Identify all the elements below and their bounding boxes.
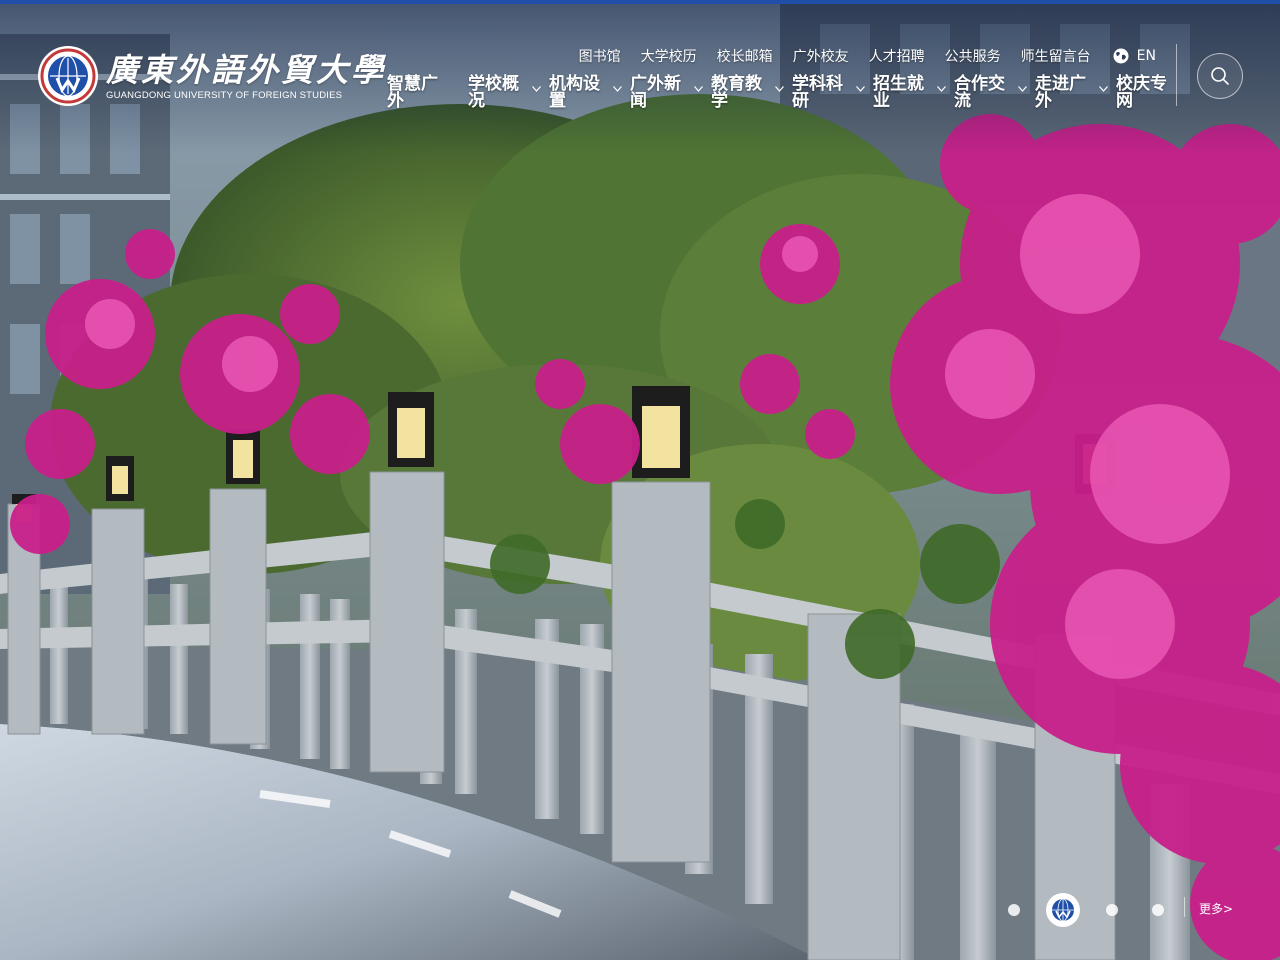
utility-link-calendar[interactable]: 大学校历 bbox=[641, 46, 697, 66]
nav-item-label: 校庆专网 bbox=[1116, 74, 1167, 111]
chevron-down-icon bbox=[775, 86, 784, 92]
utility-nav: 图书馆 大学校历 校长邮箱 广外校友 人才招聘 公共服务 师生留言台 EN bbox=[559, 46, 1156, 66]
header-divider bbox=[1176, 44, 1177, 106]
nav-item-cooperation[interactable]: 合作交流 bbox=[954, 74, 1027, 111]
nav-item-about[interactable]: 学校概况 bbox=[468, 74, 541, 111]
chevron-down-icon bbox=[856, 86, 865, 92]
university-emblem-icon bbox=[1052, 898, 1074, 922]
university-emblem-icon bbox=[38, 46, 98, 106]
slider-dot-1[interactable] bbox=[1008, 904, 1020, 916]
nav-item-label: 学科科研 bbox=[792, 74, 843, 111]
nav-item-smart-gdufs[interactable]: 智慧广外 bbox=[387, 76, 444, 110]
more-link[interactable]: 更多> bbox=[1199, 900, 1233, 917]
nav-item-admissions[interactable]: 招生就业 bbox=[873, 74, 946, 111]
language-switch[interactable]: EN bbox=[1113, 48, 1156, 64]
nav-item-research[interactable]: 学科科研 bbox=[792, 74, 865, 111]
logo-chinese-name: 廣東外語外貿大學 bbox=[106, 50, 387, 89]
search-icon bbox=[1211, 67, 1229, 85]
nav-item-label: 教育教学 bbox=[711, 74, 762, 111]
slider-dot-4[interactable] bbox=[1152, 904, 1164, 916]
nav-item-label: 机构设置 bbox=[549, 74, 600, 111]
search-button[interactable] bbox=[1197, 53, 1243, 99]
utility-link-public-services[interactable]: 公共服务 bbox=[945, 46, 1001, 66]
chevron-down-icon bbox=[532, 86, 541, 92]
top-accent-bar bbox=[0, 0, 1280, 4]
utility-link-recruitment[interactable]: 人才招聘 bbox=[869, 46, 925, 66]
chevron-down-icon bbox=[613, 86, 622, 92]
nav-item-education[interactable]: 教育教学 bbox=[711, 74, 784, 111]
nav-item-news[interactable]: 广外新闻 bbox=[630, 74, 703, 111]
utility-link-alumni[interactable]: 广外校友 bbox=[793, 46, 849, 66]
nav-item-label: 广外新闻 bbox=[630, 74, 681, 111]
nav-item-label: 智慧广外 bbox=[387, 74, 438, 111]
utility-link-president-mailbox[interactable]: 校长邮箱 bbox=[717, 46, 773, 66]
nav-item-label: 招生就业 bbox=[873, 74, 924, 111]
nav-item-label: 学校概况 bbox=[468, 74, 519, 111]
chevron-down-icon bbox=[694, 86, 703, 92]
slider-more-divider bbox=[1184, 897, 1185, 917]
nav-item-label: 走进广外 bbox=[1035, 74, 1086, 111]
nav-item-anniversary[interactable]: 校庆专网 bbox=[1116, 76, 1173, 110]
slider-dot-active[interactable] bbox=[1046, 893, 1080, 927]
slider-pagination bbox=[1008, 893, 1164, 927]
nav-item-organization[interactable]: 机构设置 bbox=[549, 74, 622, 111]
chevron-down-icon bbox=[1018, 86, 1027, 92]
slider-dot-3[interactable] bbox=[1106, 904, 1118, 916]
chevron-down-icon bbox=[1099, 86, 1108, 92]
main-nav: 智慧广外 学校概况 机构设置 广外新闻 教育教学 学科科研 招生就业 合作交流 … bbox=[387, 76, 1173, 110]
nav-item-label: 合作交流 bbox=[954, 74, 1005, 111]
language-label: EN bbox=[1136, 48, 1156, 64]
utility-link-message-board[interactable]: 师生留言台 bbox=[1021, 46, 1091, 66]
university-logo[interactable]: 廣東外語外貿大學 GUANGDONG UNIVERSITY OF FOREIGN… bbox=[38, 46, 386, 106]
utility-link-library[interactable]: 图书馆 bbox=[579, 46, 621, 66]
chevron-down-icon bbox=[937, 86, 946, 92]
nav-item-visit-gdufs[interactable]: 走进广外 bbox=[1035, 74, 1108, 111]
globe-icon bbox=[1113, 48, 1129, 64]
logo-english-name: GUANGDONG UNIVERSITY OF FOREIGN STUDIES bbox=[106, 89, 343, 101]
